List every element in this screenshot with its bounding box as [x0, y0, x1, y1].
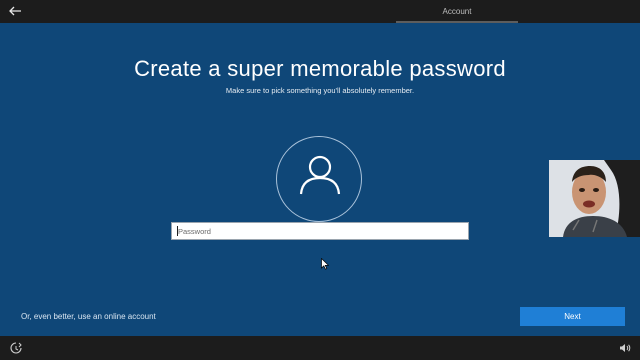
next-button[interactable]: Next	[520, 307, 625, 326]
back-button[interactable]	[6, 3, 24, 19]
webcam-overlay	[549, 160, 640, 237]
tab-account[interactable]: Account	[396, 0, 518, 23]
top-bar: Account	[0, 0, 640, 23]
avatar	[276, 136, 362, 222]
bottom-bar	[0, 336, 640, 360]
online-account-link[interactable]: Or, even better, use an online account	[21, 312, 156, 321]
volume-icon[interactable]	[619, 343, 631, 353]
ease-of-access-icon[interactable]	[10, 342, 22, 354]
arrow-left-icon	[9, 6, 21, 16]
page-subtitle: Make sure to pick something you'll absol…	[225, 86, 415, 95]
password-input[interactable]	[171, 222, 469, 240]
person-image	[549, 160, 640, 237]
page-title: Create a super memorable password	[134, 56, 506, 81]
text-caret	[177, 226, 178, 236]
mouse-pointer-icon	[321, 258, 329, 270]
setup-panel: Create a super memorable password Make s…	[0, 23, 640, 336]
user-icon	[299, 155, 341, 195]
